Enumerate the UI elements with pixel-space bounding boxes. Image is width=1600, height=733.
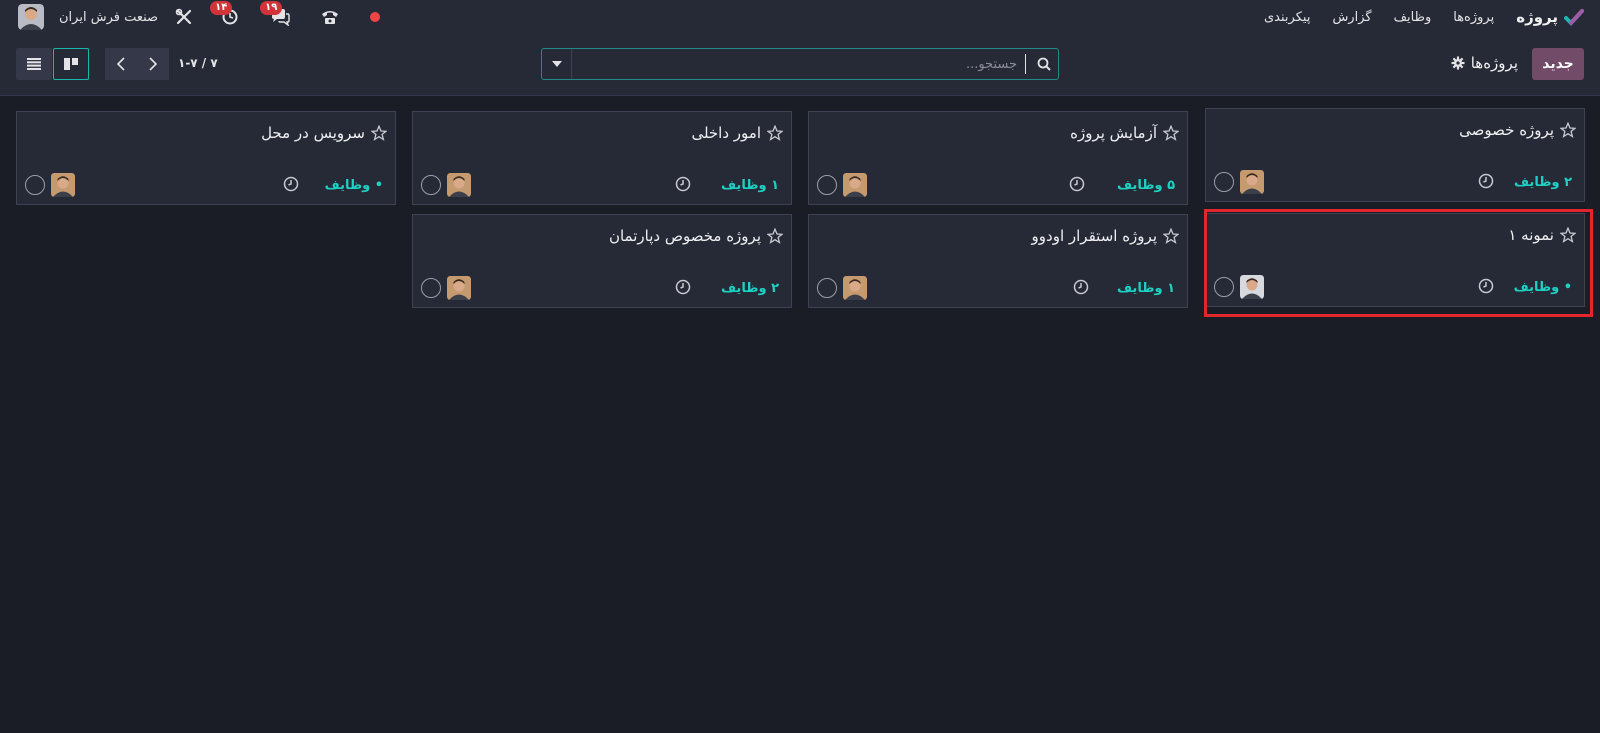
- app-name: پروژه: [1516, 8, 1558, 26]
- project-card[interactable]: پروژه خصوصی ۲ وظایف: [1205, 108, 1585, 202]
- presence-status-dot: [370, 12, 381, 22]
- clock-icon[interactable]: [283, 176, 299, 192]
- menu-tasks[interactable]: وظایف: [1394, 10, 1432, 25]
- clock-icon[interactable]: [1069, 176, 1085, 192]
- pager-value[interactable]: ۱-۷ / ۷: [178, 56, 218, 70]
- menu-reporting[interactable]: گزارش: [1332, 10, 1371, 25]
- star-icon[interactable]: [767, 125, 783, 141]
- messages-count-badge: ۱۹: [260, 1, 283, 15]
- highlight-annotation: [1204, 209, 1593, 317]
- project-status-indicator[interactable]: [817, 278, 837, 298]
- caret-down-icon: [551, 61, 562, 67]
- clock-icon[interactable]: [675, 279, 691, 295]
- list-view-button[interactable]: [16, 48, 52, 80]
- star-icon[interactable]: [1163, 228, 1179, 244]
- search-input[interactable]: [572, 49, 1025, 79]
- project-name: پروژه خصوصی: [1459, 121, 1554, 139]
- manager-avatar[interactable]: [447, 173, 471, 197]
- gear-icon[interactable]: [1451, 56, 1465, 70]
- pager-previous-button[interactable]: [105, 48, 137, 80]
- project-status-indicator[interactable]: [25, 175, 45, 195]
- messages-icon[interactable]: ۱۹: [260, 1, 290, 27]
- search-options-toggle[interactable]: [542, 49, 572, 79]
- list-icon: [27, 58, 41, 70]
- app-brand[interactable]: پروژه: [1516, 8, 1584, 26]
- menu-configuration[interactable]: پیکربندی: [1264, 10, 1310, 25]
- manager-avatar[interactable]: [51, 173, 75, 197]
- phone-icon[interactable]: [320, 7, 340, 27]
- control-panel: جدید پروژه‌ها ۱-۷ / ۷: [0, 34, 1600, 96]
- user-avatar[interactable]: [18, 4, 44, 30]
- project-name: امور داخلی: [691, 124, 761, 142]
- star-icon[interactable]: [371, 125, 387, 141]
- project-card[interactable]: سرویس در محل • وظایف: [16, 111, 396, 205]
- project-tasks-link[interactable]: ۲ وظایف: [1514, 175, 1572, 190]
- project-card[interactable]: پروژه استقرار اودوو ۱ وظایف: [808, 214, 1188, 308]
- chevron-right-icon: [149, 57, 157, 71]
- text-cursor: [1025, 54, 1026, 74]
- project-name: آزمایش پروژه: [1070, 124, 1157, 142]
- clock-icon[interactable]: [1073, 279, 1089, 295]
- main-menu: پروژه پروژه‌ها وظایف گزارش پیکربندی: [1264, 0, 1584, 34]
- chevron-left-icon: [117, 57, 125, 71]
- manager-avatar[interactable]: [843, 173, 867, 197]
- project-card[interactable]: آزمایش پروژه ۵ وظایف: [808, 111, 1188, 205]
- search-icon[interactable]: [1030, 57, 1058, 71]
- project-app-icon: [1564, 9, 1584, 26]
- search-bar: [541, 48, 1059, 80]
- project-status-indicator[interactable]: [1214, 172, 1234, 192]
- project-tasks-link[interactable]: • وظایف: [325, 178, 383, 193]
- project-tasks-link[interactable]: ۲ وظایف: [721, 281, 779, 296]
- project-name: سرویس در محل: [261, 124, 365, 142]
- manager-avatar[interactable]: [843, 276, 867, 300]
- systray: صنعت فرش ایران ۱۴ ۱۹: [18, 0, 381, 34]
- project-name: پروژه مخصوص دپارتمان: [608, 227, 761, 245]
- project-name: پروژه استقرار اودوو: [1031, 227, 1157, 245]
- project-status-indicator[interactable]: [817, 175, 837, 195]
- clock-icon[interactable]: [1478, 173, 1494, 189]
- menu-projects[interactable]: پروژه‌ها: [1453, 10, 1494, 25]
- kanban-view-button[interactable]: [53, 48, 89, 80]
- top-navbar: پروژه پروژه‌ها وظایف گزارش پیکربندی صنعت…: [0, 0, 1600, 34]
- manager-avatar[interactable]: [447, 276, 471, 300]
- project-tasks-link[interactable]: ۱ وظایف: [721, 178, 779, 193]
- new-project-button[interactable]: جدید: [1532, 48, 1584, 80]
- star-icon[interactable]: [1560, 122, 1576, 138]
- manager-avatar[interactable]: [1240, 170, 1264, 194]
- star-icon[interactable]: [1163, 125, 1179, 141]
- pager-next-button[interactable]: [137, 48, 169, 80]
- project-card[interactable]: امور داخلی ۱ وظایف: [412, 111, 792, 205]
- star-icon[interactable]: [767, 228, 783, 244]
- page-title: پروژه‌ها: [1470, 54, 1518, 72]
- activity-count-badge: ۱۴: [210, 1, 233, 15]
- project-card[interactable]: پروژه مخصوص دپارتمان ۲ وظایف: [412, 214, 792, 308]
- project-status-indicator[interactable]: [421, 278, 441, 298]
- breadcrumb: پروژه‌ها: [1451, 54, 1518, 72]
- project-tasks-link[interactable]: ۱ وظایف: [1117, 281, 1175, 296]
- activity-icon[interactable]: ۱۴: [210, 1, 240, 27]
- kanban-icon: [64, 58, 78, 70]
- project-tasks-link[interactable]: ۵ وظایف: [1117, 178, 1175, 193]
- company-switcher[interactable]: صنعت فرش ایران: [59, 10, 158, 25]
- project-status-indicator[interactable]: [421, 175, 441, 195]
- settings-tools-icon[interactable]: [174, 7, 194, 27]
- clock-icon[interactable]: [675, 176, 691, 192]
